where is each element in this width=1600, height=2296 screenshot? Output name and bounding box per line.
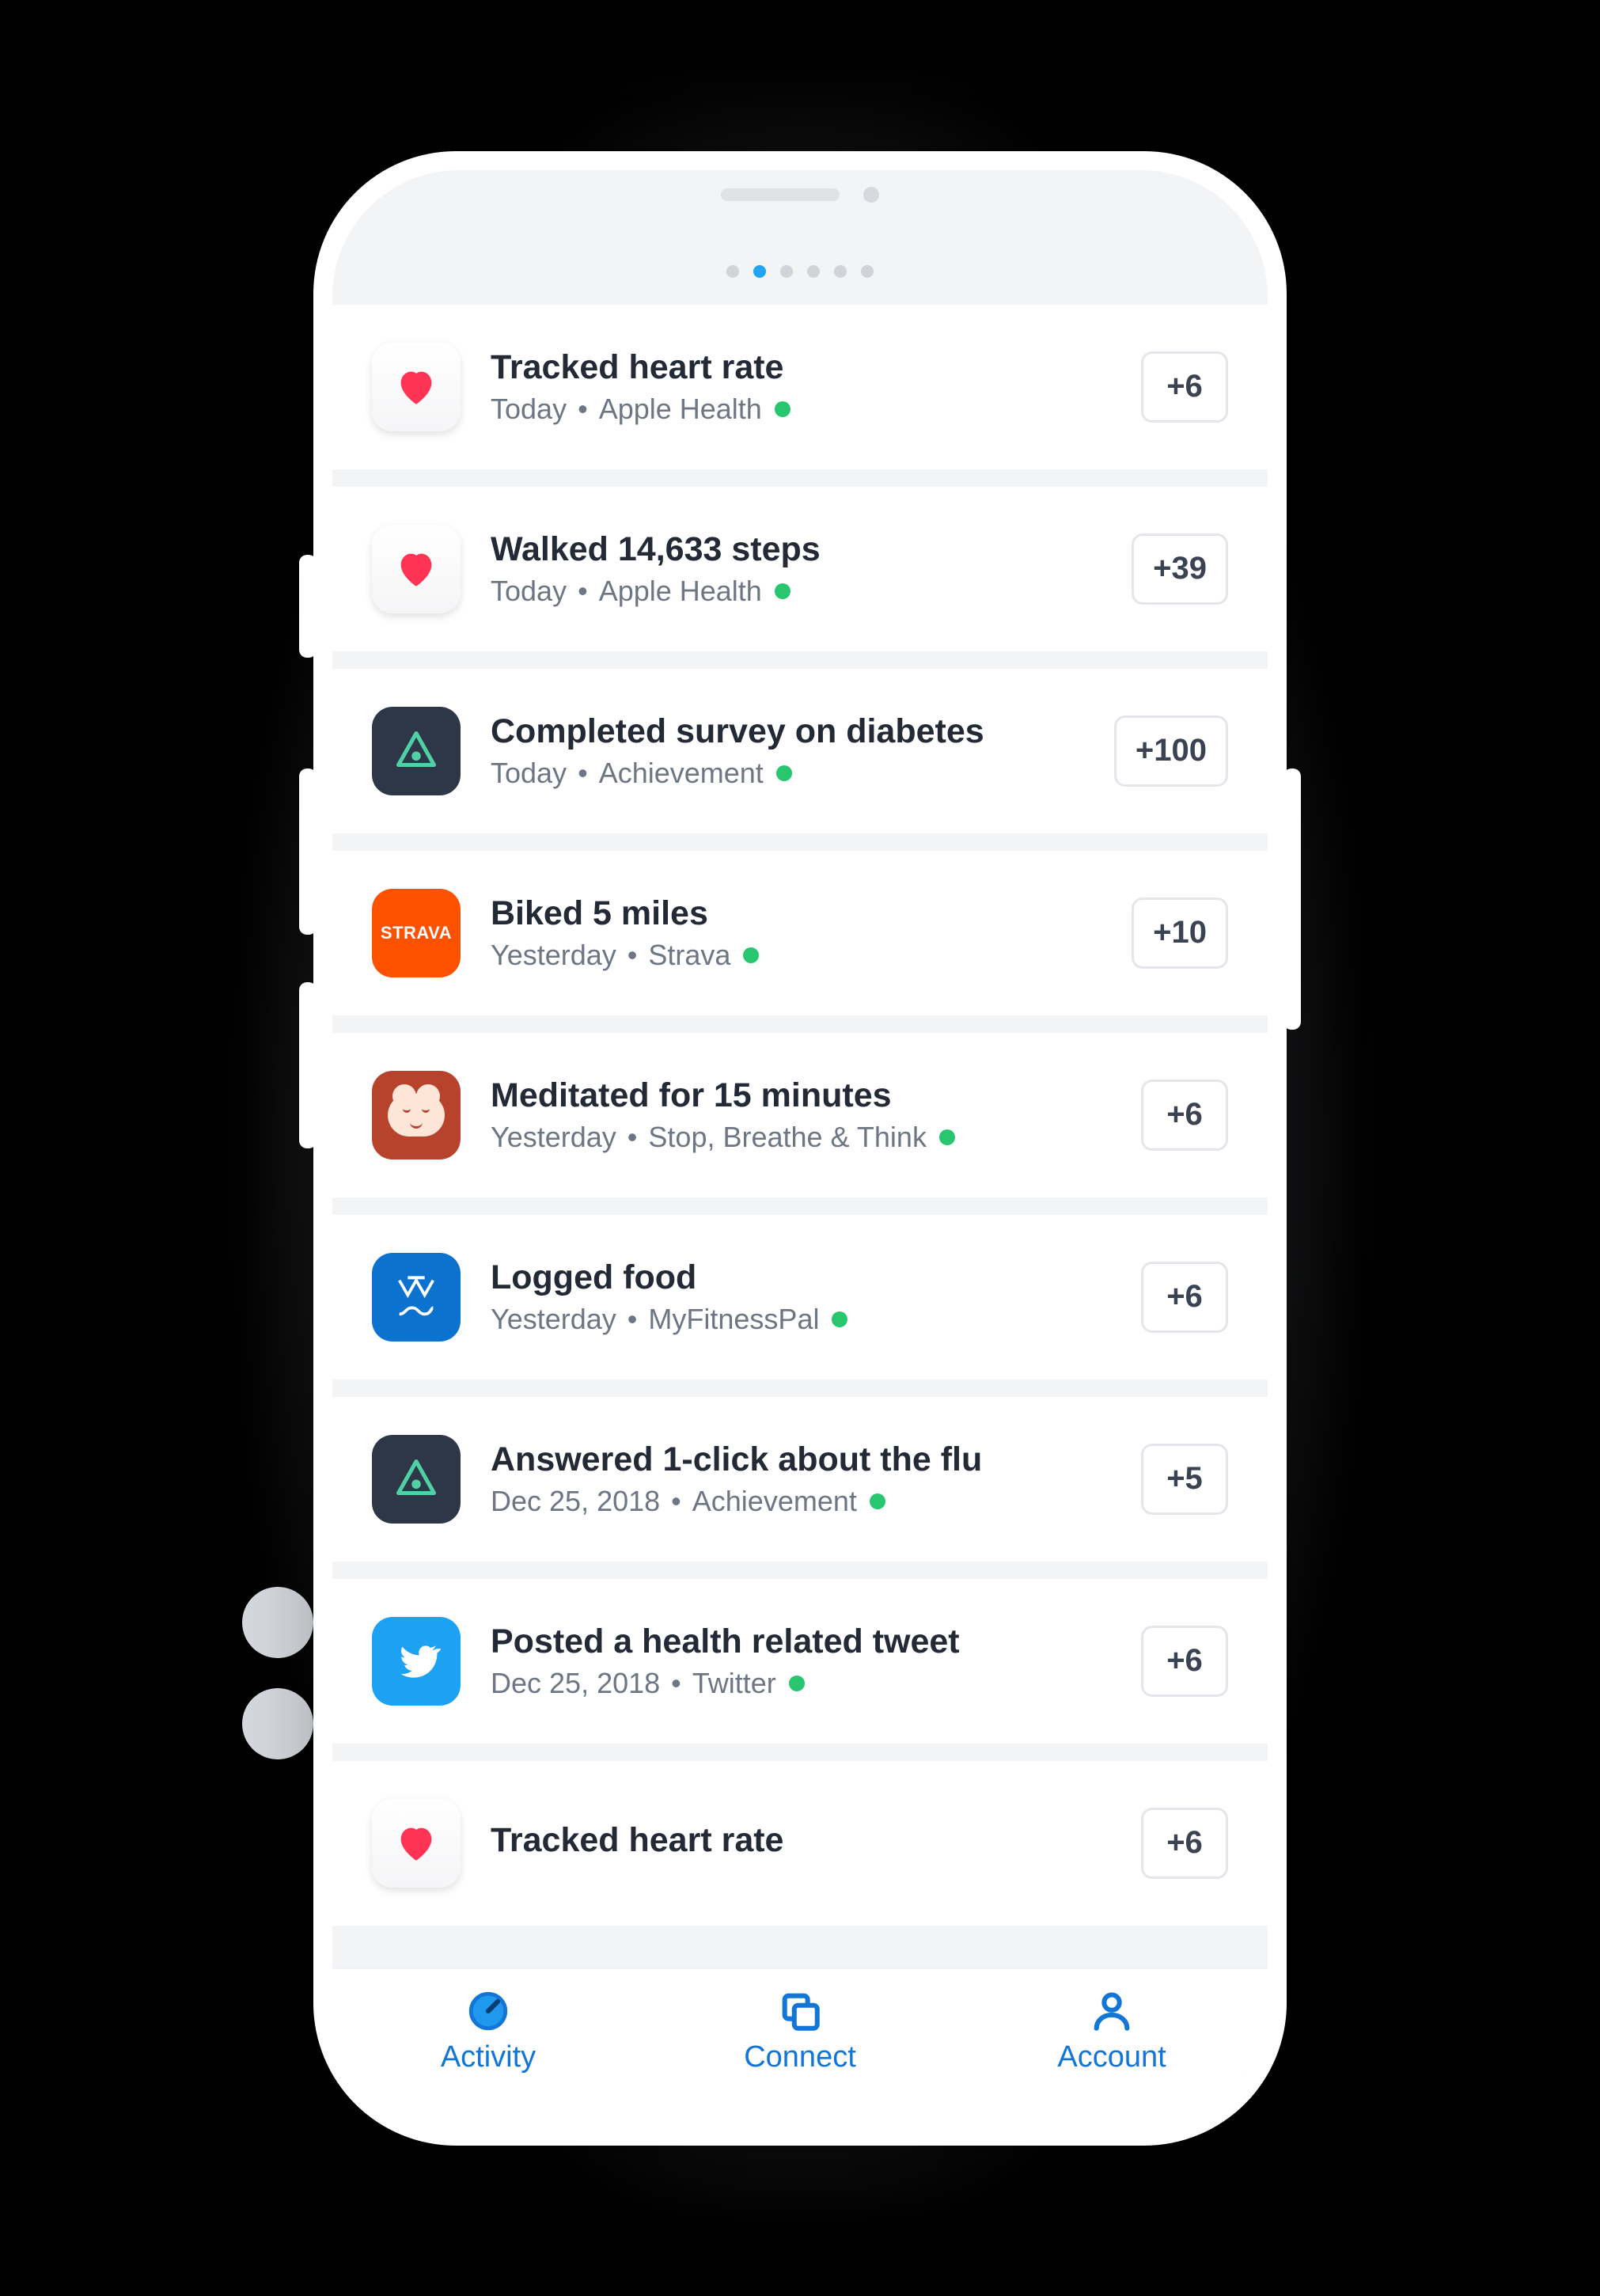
- status-dot-icon: [775, 401, 791, 417]
- page-dot[interactable]: [726, 265, 739, 278]
- gauge-icon: [465, 1988, 511, 2034]
- activity-title: Answered 1-click about the flu: [491, 1440, 1111, 1481]
- phone-volume-down-button: [299, 982, 317, 1148]
- activity-subtitle: Yesterday•Strava: [491, 939, 1101, 972]
- phone-frame: Tracked heart rate Today•Apple Health +6…: [313, 151, 1287, 2146]
- achievement-icon: [372, 1435, 461, 1524]
- activity-title: Meditated for 15 minutes: [491, 1076, 1111, 1117]
- page-dot[interactable]: [834, 265, 847, 278]
- activity-subtitle: Today•Achievement: [491, 757, 1084, 790]
- activity-row[interactable]: Walked 14,633 steps Today•Apple Health +…: [332, 487, 1268, 651]
- page-dot[interactable]: [780, 265, 793, 278]
- activity-subtitle: Dec 25, 2018•Achievement: [491, 1485, 1111, 1518]
- tab-activity[interactable]: Activity: [332, 1985, 644, 2127]
- status-dot-icon: [776, 765, 792, 781]
- points-badge: +6: [1141, 1080, 1228, 1151]
- points-badge: +100: [1114, 715, 1228, 787]
- activity-subtitle: Yesterday•MyFitnessPal: [491, 1303, 1111, 1336]
- achievement-icon: [372, 707, 461, 795]
- phone-screen: Tracked heart rate Today•Apple Health +6…: [332, 170, 1268, 2127]
- points-badge: +5: [1141, 1444, 1228, 1515]
- activity-title: Biked 5 miles: [491, 894, 1101, 935]
- page-dot[interactable]: [807, 265, 820, 278]
- tab-label: Account: [1057, 2040, 1166, 2074]
- activity-row[interactable]: STRAVA Biked 5 miles Yesterday•Strava +1…: [332, 851, 1268, 1015]
- points-badge: +39: [1132, 533, 1228, 605]
- activity-title: Tracked heart rate: [491, 1820, 1111, 1861]
- twitter-icon: [372, 1617, 461, 1706]
- points-badge: +6: [1141, 351, 1228, 423]
- strava-logo-text: STRAVA: [381, 923, 452, 943]
- apple-health-icon: [372, 1799, 461, 1888]
- phone-notch: [697, 183, 903, 207]
- stop-breathe-think-icon: [372, 1071, 461, 1159]
- status-dot-icon: [789, 1676, 805, 1691]
- tab-label: Activity: [441, 2040, 536, 2074]
- myfitnesspal-icon: [372, 1253, 461, 1342]
- activity-row[interactable]: Answered 1-click about the flu Dec 25, 2…: [332, 1397, 1268, 1562]
- phone-power-button: [1283, 768, 1301, 1030]
- activity-row[interactable]: Meditated for 15 minutes Yesterday•Stop,…: [332, 1033, 1268, 1197]
- activity-title: Posted a health related tweet: [491, 1622, 1111, 1663]
- page-dot-active[interactable]: [753, 265, 766, 278]
- status-dot-icon: [939, 1129, 955, 1145]
- activity-feed[interactable]: Tracked heart rate Today•Apple Health +6…: [332, 305, 1268, 1968]
- status-dot-icon: [870, 1493, 885, 1509]
- points-badge: +10: [1132, 898, 1228, 969]
- activity-title: Completed survey on diabetes: [491, 712, 1084, 753]
- status-dot-icon: [743, 947, 759, 963]
- activity-subtitle: Today•Apple Health: [491, 575, 1101, 608]
- activity-title: Logged food: [491, 1258, 1111, 1299]
- activity-title: Walked 14,633 steps: [491, 529, 1101, 571]
- activity-title: Tracked heart rate: [491, 347, 1111, 389]
- activity-row[interactable]: Posted a health related tweet Dec 25, 20…: [332, 1579, 1268, 1744]
- phone-camera: [863, 187, 879, 203]
- points-badge: +6: [1141, 1808, 1228, 1879]
- strava-icon: STRAVA: [372, 889, 461, 977]
- phone-speaker: [721, 188, 840, 201]
- page-dot[interactable]: [861, 265, 874, 278]
- activity-subtitle: Dec 25, 2018•Twitter: [491, 1667, 1111, 1700]
- activity-row[interactable]: Logged food Yesterday•MyFitnessPal +6: [332, 1215, 1268, 1379]
- tab-label: Connect: [744, 2040, 856, 2074]
- person-icon: [1089, 1988, 1135, 2034]
- activity-subtitle: Today•Apple Health: [491, 393, 1111, 426]
- squares-icon: [777, 1988, 823, 2034]
- points-badge: +6: [1141, 1262, 1228, 1333]
- tab-bar: Activity Connect: [332, 1968, 1268, 2127]
- status-dot-icon: [832, 1311, 847, 1327]
- phone-side-button: [299, 555, 317, 658]
- activity-row[interactable]: Tracked heart rate +6: [332, 1761, 1268, 1926]
- tab-account[interactable]: Account: [956, 1985, 1268, 2127]
- activity-row[interactable]: Completed survey on diabetes Today•Achie…: [332, 669, 1268, 833]
- status-dot-icon: [775, 583, 791, 599]
- activity-subtitle: Yesterday•Stop, Breathe & Think: [491, 1121, 1111, 1154]
- apple-health-icon: [372, 525, 461, 613]
- phone-volume-up-button: [299, 768, 317, 935]
- points-badge: +6: [1141, 1626, 1228, 1697]
- tab-connect[interactable]: Connect: [644, 1985, 956, 2127]
- activity-row[interactable]: Tracked heart rate Today•Apple Health +6: [332, 305, 1268, 469]
- apple-health-icon: [372, 343, 461, 431]
